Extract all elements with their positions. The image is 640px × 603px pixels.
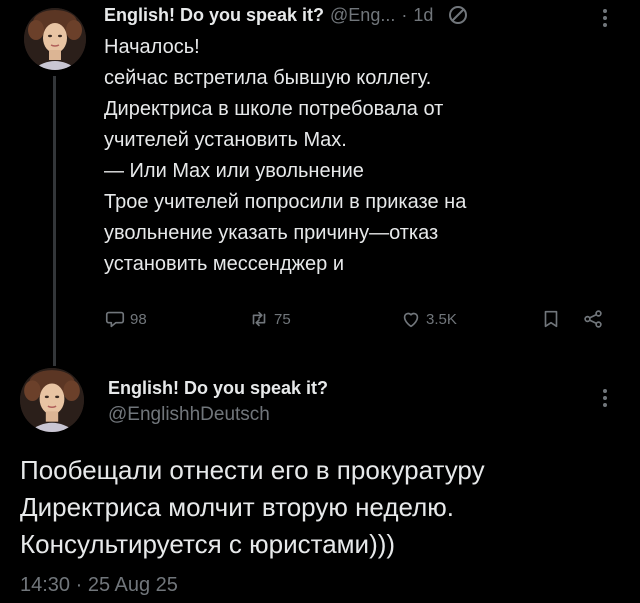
thread-line <box>53 76 56 366</box>
tweet-text-line: Пообещали отнести его в прокуратуру <box>20 455 485 485</box>
tweet-text-line: учителей установить Max. <box>104 129 347 151</box>
more-options-icon[interactable] <box>598 386 612 410</box>
bookmark-button[interactable] <box>540 308 562 335</box>
reply-count: 98 <box>130 310 147 328</box>
avatar[interactable] <box>24 8 86 70</box>
retweet-button[interactable]: 75 <box>248 308 291 330</box>
tweet-text-line: Директриса молчит вторую неделю. <box>20 492 454 522</box>
share-icon <box>584 310 602 328</box>
tweet-text-line: Директриса в школе потребовала от <box>104 98 444 120</box>
tweet-text-line: установить мессенджер и <box>104 253 344 275</box>
tweet-text-line: Началось! <box>104 36 200 58</box>
share-button[interactable] <box>582 308 604 335</box>
avatar[interactable] <box>20 368 84 432</box>
tweet-text-line: увольнение указать причину—отказ <box>104 222 439 244</box>
tweet1-body: Началось! сейчас встретила бывшую коллег… <box>104 32 466 280</box>
tweet-text-line: Консультируется с юристами))) <box>20 529 396 559</box>
reply-button[interactable]: 98 <box>104 308 147 330</box>
retweet-count: 75 <box>274 310 291 328</box>
display-name[interactable]: English! Do you speak it? <box>104 5 324 26</box>
display-name[interactable]: English! Do you speak it? <box>108 378 328 399</box>
post-age[interactable]: 1d <box>413 5 433 26</box>
bookmark-icon <box>544 310 558 328</box>
heart-icon <box>403 312 419 328</box>
tweet1-header: English! Do you speak it? @Eng... · 1d <box>104 4 469 26</box>
more-options-icon[interactable] <box>598 6 612 30</box>
handle[interactable]: @EnglishhDeutsch <box>108 404 270 426</box>
separator: · <box>401 4 408 25</box>
retweet-icon <box>252 311 266 327</box>
speech-bubble-icon <box>105 311 125 328</box>
like-count: 3.5K <box>426 310 457 328</box>
like-button[interactable]: 3.5K <box>400 308 457 330</box>
tweet2-body: Пообещали отнести его в прокуратуру Дире… <box>20 452 485 563</box>
handle[interactable]: @Eng... <box>330 5 395 26</box>
no-entry-icon <box>447 4 469 26</box>
tweet-text-line: Трое учителей попросили в приказе на <box>104 191 467 213</box>
post-timestamp[interactable]: 14:30 · 25 Aug 25 <box>20 574 178 597</box>
tweet-text-line: сейчас встретила бывшую коллегу. <box>104 67 432 89</box>
tweet-text-line: — Или Max или увольнение <box>104 160 364 182</box>
